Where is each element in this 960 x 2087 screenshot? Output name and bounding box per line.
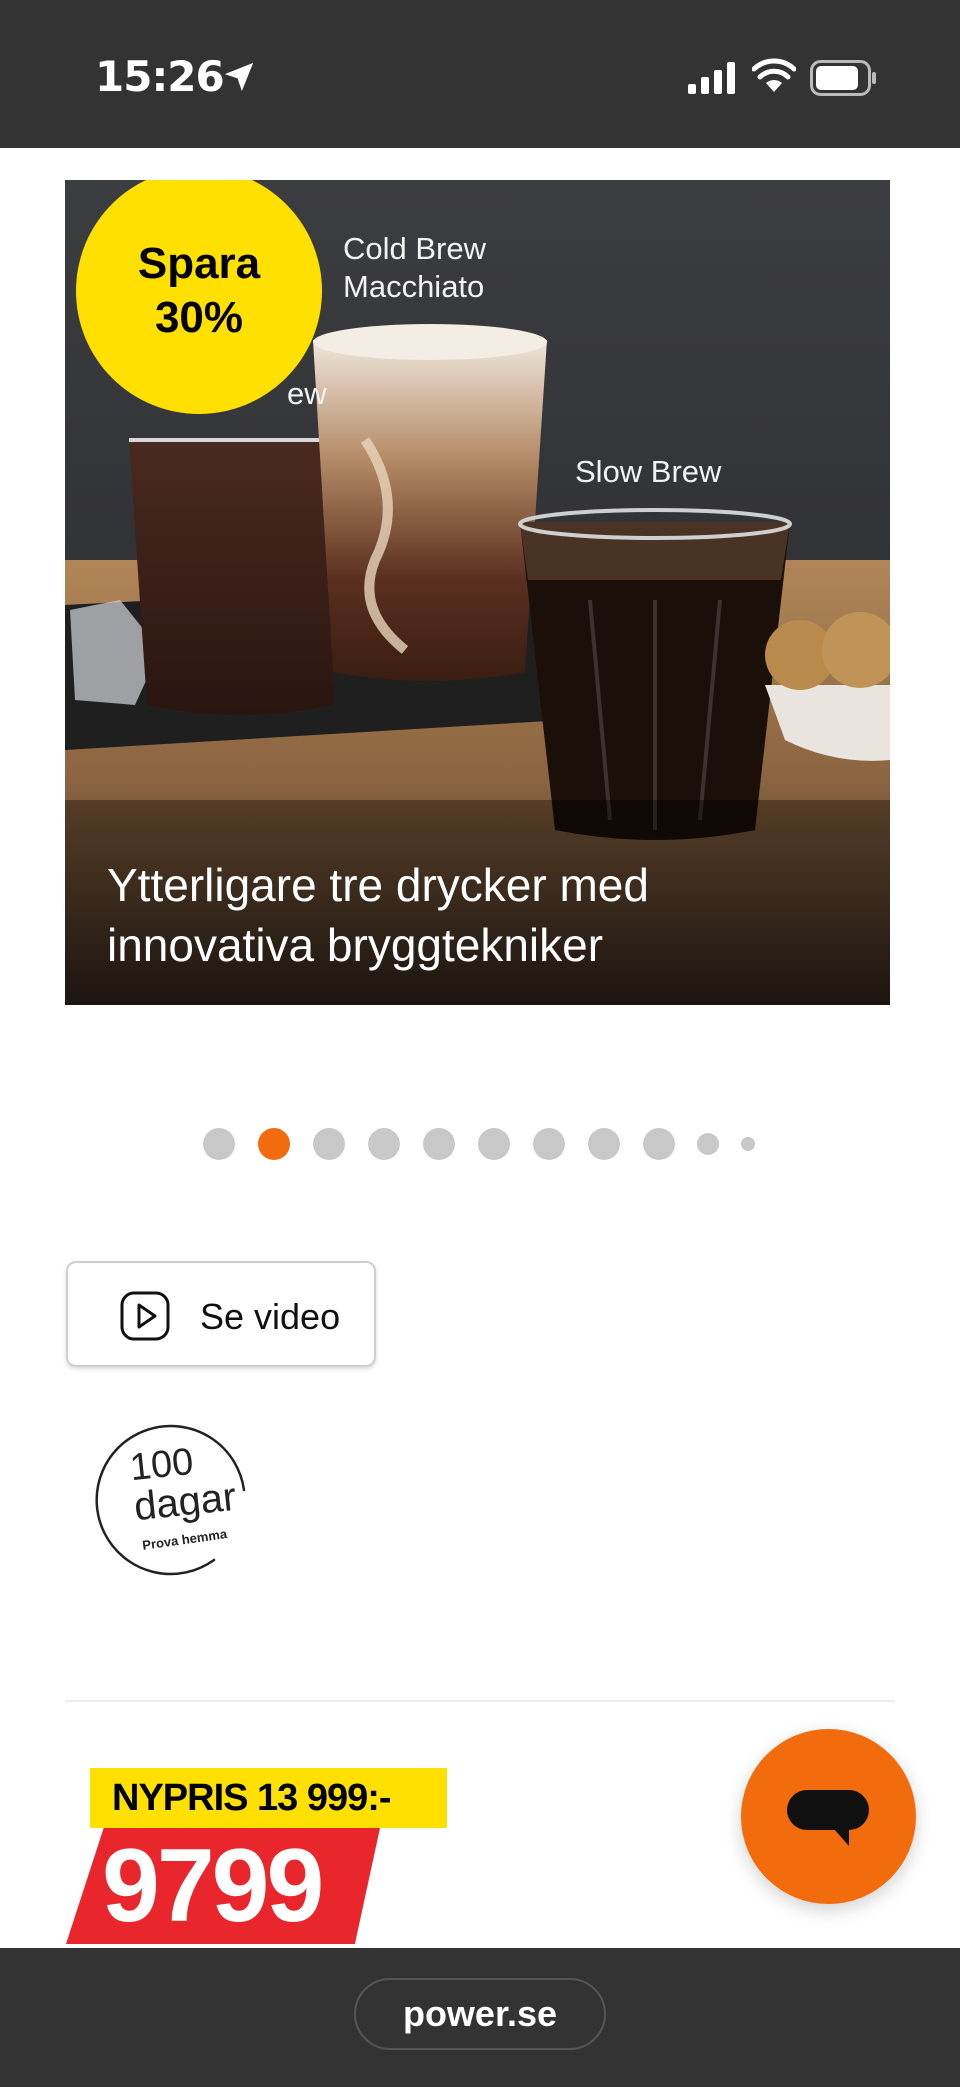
browser-bottom-bar: power.se — [0, 1948, 960, 2087]
status-bar: 15:26 — [0, 0, 960, 148]
carousel-pagination — [0, 1128, 960, 1160]
carousel-dot[interactable] — [203, 1128, 235, 1160]
current-price-tag: 9799 — [66, 1828, 380, 1944]
cellular-signal-icon — [688, 62, 735, 94]
carousel-dot[interactable] — [313, 1128, 345, 1160]
carousel-dot[interactable] — [588, 1128, 620, 1160]
carousel-dot[interactable] — [533, 1128, 565, 1160]
label-cold-brew-macchiato: Cold Brew Macchiato — [343, 231, 486, 304]
discount-badge-line1: Spara — [137, 239, 261, 288]
carousel-dot[interactable] — [643, 1128, 675, 1160]
carousel-dot[interactable] — [423, 1128, 455, 1160]
carousel-dot[interactable] — [741, 1137, 755, 1151]
discount-badge-line2: 30% — [154, 293, 244, 342]
battery-icon — [810, 60, 876, 96]
carousel-dot[interactable] — [697, 1133, 719, 1155]
location-arrow-icon — [224, 62, 254, 92]
watch-video-label: Se video — [200, 1296, 341, 1337]
hero-caption: Ytterligare tre drycker med innovativa b… — [107, 859, 649, 971]
wifi-icon — [752, 58, 796, 92]
carousel-dot-active[interactable] — [258, 1128, 290, 1160]
label-partial-brew: ew — [287, 376, 327, 411]
label-slow-brew: Slow Brew — [575, 454, 722, 489]
product-hero-image[interactable]: Spara 30% Cold Brew Macchiato ew Slow Br… — [65, 180, 890, 1005]
old-price-label: NYPRIS 13 999:- — [90, 1768, 447, 1828]
divider — [65, 1700, 895, 1702]
trial-100-days-badge: 100 dagar Prova hemma — [94, 1420, 262, 1582]
address-bar[interactable]: power.se — [354, 1978, 606, 2050]
watch-video-button[interactable]: Se video — [66, 1261, 376, 1367]
carousel-dot[interactable] — [368, 1128, 400, 1160]
play-icon — [120, 1291, 170, 1341]
carousel-dot[interactable] — [478, 1128, 510, 1160]
chat-bubble-icon — [787, 1790, 869, 1846]
clock: 15:26 — [95, 52, 225, 101]
current-price: 9799 — [102, 1828, 324, 1944]
chat-button[interactable] — [741, 1729, 916, 1904]
